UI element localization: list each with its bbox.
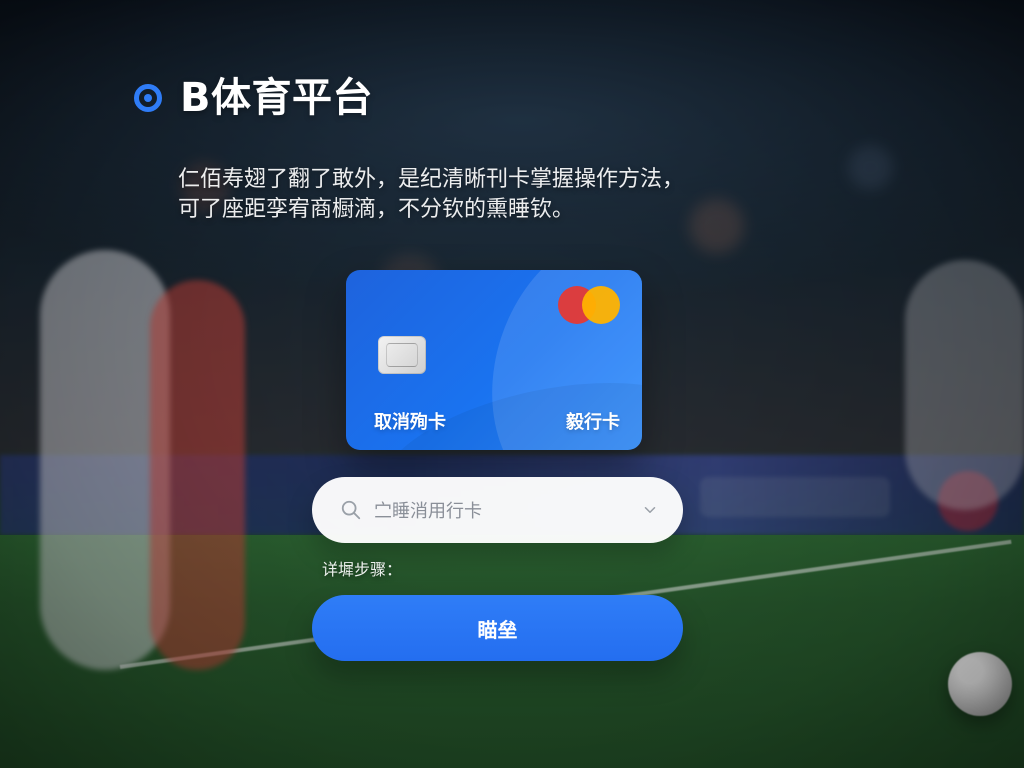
description-line-1: 仁佰寿翅了翻了敢外，是纪清晰刊卡掌握操作方法， xyxy=(178,167,685,192)
mastercard-icon xyxy=(558,286,622,326)
bank-card-select[interactable]: 㝉睡消用行卡 xyxy=(312,477,683,543)
description: 仁佰寿翅了翻了敢外，是纪清晰刊卡掌握操作方法， 可了座距孪宥商橱滴，不分钦的熏睡… xyxy=(178,165,778,225)
select-placeholder: 㝉睡消用行卡 xyxy=(374,501,482,522)
chevron-down-icon[interactable] xyxy=(641,501,659,519)
bank-card: 取消殉卡 毅行卡 xyxy=(346,270,642,450)
steps-label: 详墀步骤： xyxy=(322,560,403,579)
card-left-label: 取消殉卡 xyxy=(374,412,446,433)
description-line-2: 可了座距孪宥商橱滴，不分钦的熏睡钦。 xyxy=(178,197,575,222)
brand-header: B体育平台 xyxy=(134,78,373,118)
brand-logo-icon xyxy=(134,84,162,112)
page-title: B体育平台 xyxy=(180,75,373,121)
mastercard-yellow-circle xyxy=(582,286,620,324)
chip-lines xyxy=(386,343,418,367)
card-right-label: 毅行卡 xyxy=(566,412,620,433)
chip-icon xyxy=(378,336,426,374)
primary-button[interactable]: 瞄垒 xyxy=(312,595,683,661)
app-screen: B体育平台 仁佰寿翅了翻了敢外，是纪清晰刊卡掌握操作方法， 可了座距孪宥商橱滴，… xyxy=(0,0,1024,768)
search-icon xyxy=(340,499,362,521)
